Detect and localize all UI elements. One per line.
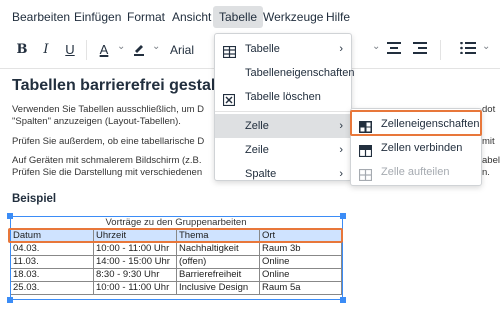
- paragraph-line-right: dot: [482, 104, 496, 115]
- highlight-box-zelleneigenschaften: [350, 110, 482, 136]
- menu-divider: [215, 111, 351, 112]
- italic-button[interactable]: I: [36, 40, 56, 60]
- toolbar-divider: [440, 40, 441, 60]
- align-right-icon: [413, 42, 427, 54]
- menu-item-label: Zelle aufteilen: [381, 166, 450, 178]
- menu-item-zeile[interactable]: Zeile ›: [215, 138, 351, 162]
- menu-item-label: Tabelle löschen: [245, 91, 321, 103]
- chevron-right-icon: ›: [339, 43, 343, 55]
- menu-item-zelle[interactable]: Zelle ›: [215, 114, 351, 138]
- font-family-select[interactable]: Arial: [170, 40, 210, 60]
- menu-item-label: Zelle: [245, 120, 269, 132]
- resize-handle[interactable]: [7, 297, 13, 303]
- menu-item-label: Zellen verbinden: [381, 142, 463, 154]
- chevron-right-icon: ›: [339, 168, 343, 180]
- menu-item-label: Tabelle: [245, 43, 280, 55]
- menu-bar: Bearbeiten Einfügen Format Ansicht Tabel…: [0, 0, 500, 32]
- resize-handle[interactable]: [7, 213, 13, 219]
- table-menu: Tabelle › Tabelleneigenschaften Tabelle …: [214, 33, 355, 181]
- menu-item-spalte[interactable]: Spalte ›: [215, 162, 351, 186]
- menu-item-label: Zeile: [245, 144, 269, 156]
- section-heading: Beispiel: [12, 193, 57, 205]
- paragraph-line-right: abel: [482, 155, 500, 166]
- paragraph-line: Auf Geräten mit schmalerem Bildschirm (z…: [12, 155, 202, 166]
- menu-tabelle[interactable]: Tabelle: [213, 6, 264, 28]
- resize-handle[interactable]: [340, 297, 346, 303]
- paragraph-line: Verwenden Sie Tabellen ausschließlich, u…: [12, 104, 205, 115]
- paragraph-line: Prüfen Sie die Darstellung mit verschied…: [12, 167, 203, 178]
- paragraph-line: Prüfen Sie außerdem, ob eine tabellarisc…: [12, 136, 205, 147]
- align-center-icon: [387, 42, 401, 54]
- align-center-button[interactable]: [384, 40, 404, 60]
- list-icon: [460, 42, 476, 54]
- menu-item-tabelle-loeschen[interactable]: Tabelle löschen: [215, 85, 351, 109]
- menu-item-tabelleneigenschaften[interactable]: Tabelleneigenschaften: [215, 61, 355, 85]
- menu-item-label: Tabelleneigenschaften: [245, 67, 355, 79]
- menu-item-zelle-aufteilen[interactable]: Zelle aufteilen: [351, 160, 481, 184]
- toolbar-divider: [86, 40, 87, 60]
- paragraph-line-right: n.: [482, 167, 490, 178]
- menu-hilfe[interactable]: Hilfe: [320, 6, 356, 28]
- bold-button[interactable]: B: [12, 40, 32, 60]
- resize-handle[interactable]: [340, 213, 346, 219]
- highlight-button[interactable]: [129, 40, 149, 60]
- chevron-down-icon[interactable]: ⌄: [372, 41, 380, 52]
- menu-einfuegen[interactable]: Einfügen: [68, 6, 127, 28]
- chevron-right-icon: ›: [339, 120, 343, 132]
- chevron-right-icon: ›: [339, 144, 343, 156]
- menu-ansicht[interactable]: Ansicht: [166, 6, 217, 28]
- chevron-down-icon[interactable]: ⌄: [152, 41, 160, 52]
- bullet-list-button[interactable]: [458, 40, 478, 60]
- chevron-down-icon[interactable]: ⌄: [117, 41, 125, 52]
- chevron-down-icon[interactable]: ⌄: [482, 41, 490, 52]
- highlight-icon: [134, 45, 144, 56]
- menu-item-tabelle[interactable]: Tabelle ›: [215, 37, 351, 61]
- menu-format[interactable]: Format: [121, 6, 171, 28]
- paragraph-line: "Spalten" anzuzeigen (Layout-Tabellen).: [12, 116, 181, 127]
- menu-item-zellen-verbinden[interactable]: Zellen verbinden: [351, 136, 481, 160]
- split-cell-icon: [358, 166, 373, 190]
- menu-item-label: Spalte: [245, 168, 277, 180]
- underline-button[interactable]: U: [60, 40, 80, 60]
- document-heading: Tabellen barrierefrei gestalte: [12, 77, 230, 94]
- align-right-button[interactable]: [410, 40, 430, 60]
- font-color-button[interactable]: A: [94, 40, 114, 60]
- menu-werkzeuge[interactable]: Werkzeuge: [257, 6, 329, 28]
- menu-bearbeiten[interactable]: Bearbeiten: [6, 6, 76, 28]
- header-row-highlight: [8, 228, 343, 243]
- paragraph-line-right: mit: [482, 136, 495, 147]
